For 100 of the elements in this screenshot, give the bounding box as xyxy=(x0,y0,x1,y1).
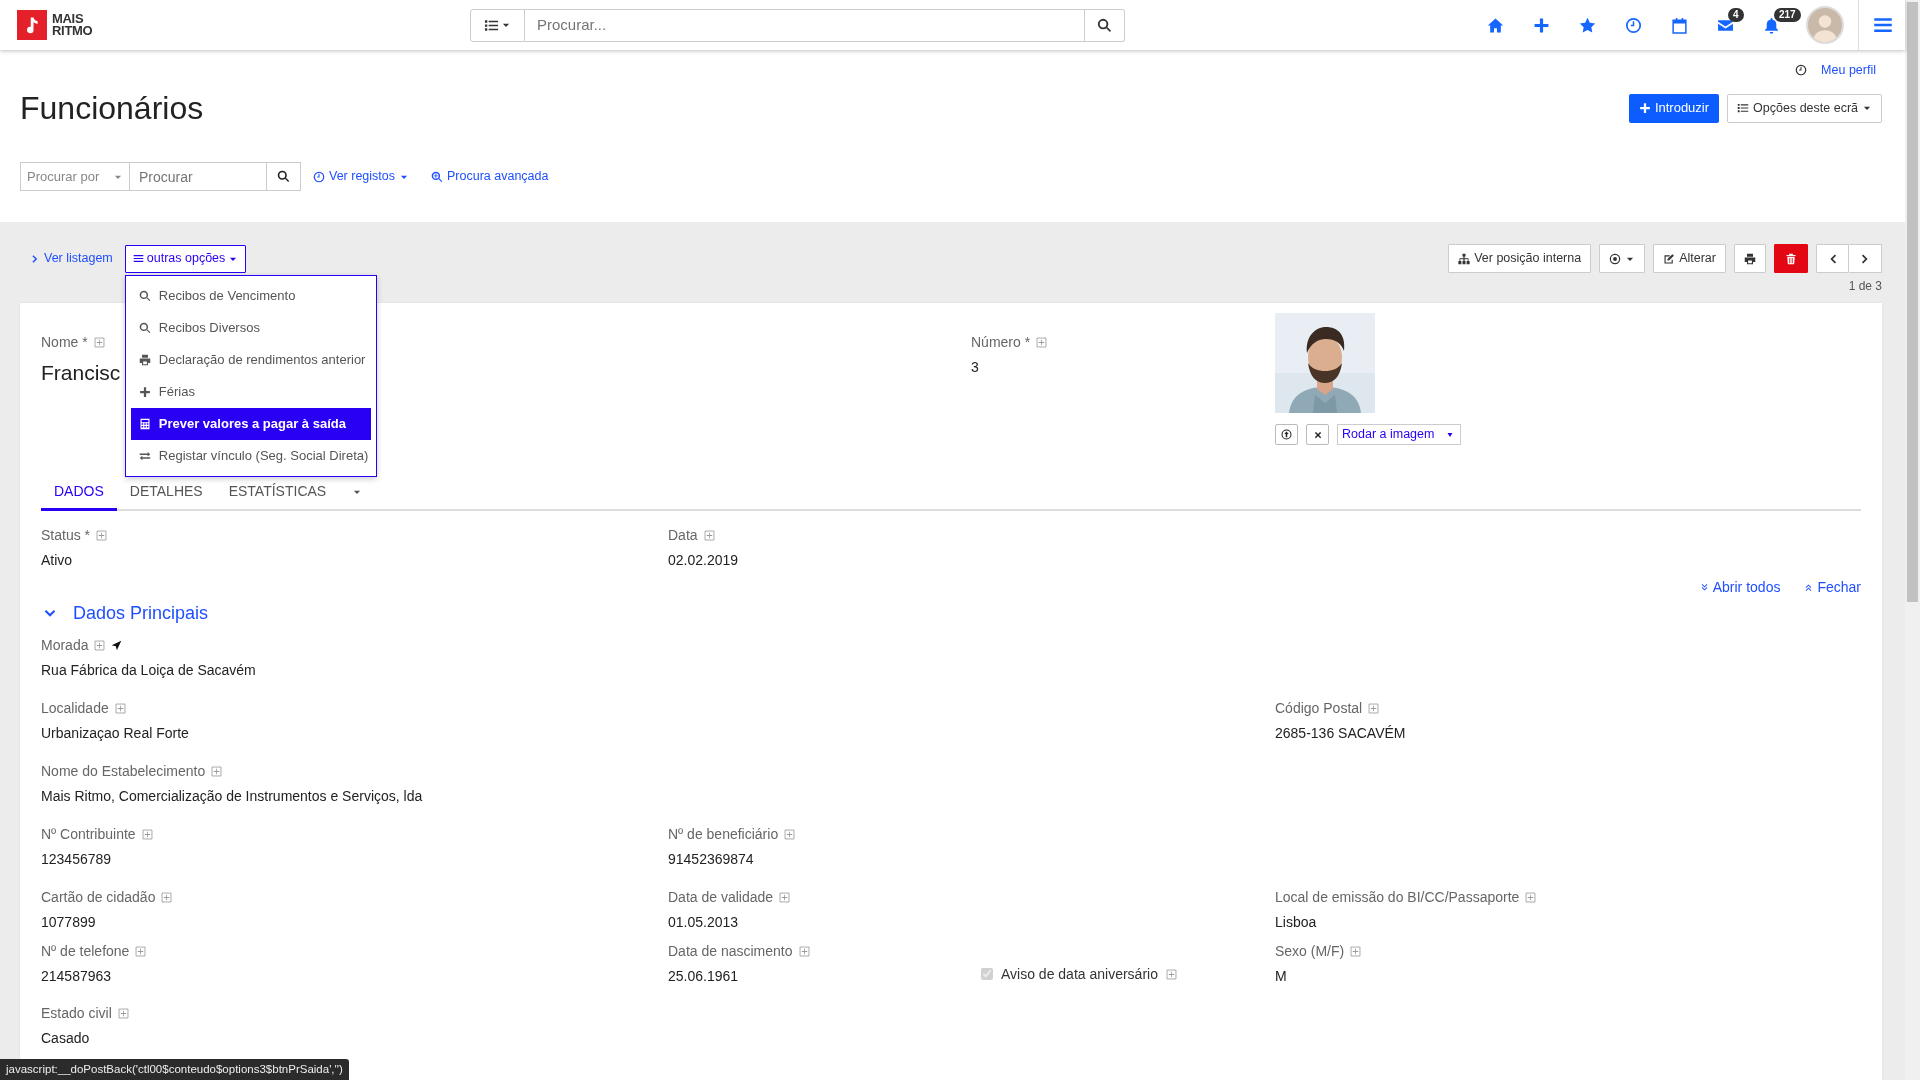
clock-icon[interactable] xyxy=(1624,16,1642,34)
printer-icon xyxy=(1744,252,1756,265)
star-icon[interactable] xyxy=(1578,16,1596,34)
plus-icon xyxy=(1638,102,1651,114)
field-label: Nome * xyxy=(41,333,88,352)
tab[interactable]: DETALHES xyxy=(116,481,216,511)
clock-icon xyxy=(1795,64,1808,76)
field-value: 2685-136 SACAVÉM xyxy=(1275,724,1406,743)
field-label: Código Postal xyxy=(1275,699,1363,718)
plus-square-icon[interactable] xyxy=(141,829,153,840)
plus-square-icon[interactable] xyxy=(784,829,796,840)
scroll-bar[interactable] xyxy=(1905,0,1920,1080)
field-label: Nome do Estabelecimento xyxy=(41,762,206,781)
internal-position-button[interactable]: Ver posição interna xyxy=(1448,244,1592,273)
delete-button[interactable] xyxy=(1774,244,1808,273)
screen-options-button[interactable]: Opções deste ecrã xyxy=(1727,93,1882,123)
field-label: Status * xyxy=(41,526,91,545)
collapse-all-link[interactable]: Fechar xyxy=(1804,577,1861,598)
menu-item[interactable]: Férias xyxy=(130,375,371,408)
plus-square-icon[interactable] xyxy=(1368,703,1380,714)
plus-square-icon[interactable] xyxy=(93,337,105,348)
printer-icon xyxy=(138,353,151,366)
plus-square-icon[interactable] xyxy=(1165,968,1177,980)
menu-item[interactable]: Recibos Diversos xyxy=(130,311,371,344)
caret-icon xyxy=(1446,430,1454,439)
search-by-select[interactable]: Procurar por xyxy=(20,162,130,191)
field-label: Estado civil xyxy=(41,1004,112,1023)
plus-square-icon[interactable] xyxy=(117,1008,129,1019)
field-label: Número * xyxy=(971,333,1031,352)
search-field[interactable]: Procurar... xyxy=(525,8,1085,42)
edit-button[interactable]: Alterar xyxy=(1653,244,1726,273)
field-label: Sexo (M/F) xyxy=(1275,942,1345,961)
calendar-icon[interactable] xyxy=(1670,16,1688,34)
menu-item[interactable]: Registar vínculo (Seg. Social Direta) xyxy=(130,439,371,472)
plus-square-icon[interactable] xyxy=(135,946,147,957)
search-button[interactable] xyxy=(267,162,301,191)
list-icon xyxy=(484,17,499,33)
tab[interactable]: DADOS xyxy=(41,481,117,511)
previous-button[interactable] xyxy=(1816,244,1849,273)
search-icon xyxy=(277,170,290,183)
zoom-icon xyxy=(431,170,443,183)
field-value: 02.02.2019 xyxy=(668,551,739,570)
plus-square-icon[interactable] xyxy=(211,766,223,777)
field-value: 123456789 xyxy=(41,850,112,869)
plus-square-icon[interactable] xyxy=(94,640,106,651)
records-link[interactable]: Ver registos xyxy=(313,167,409,186)
name-value: Francisc xyxy=(41,360,121,386)
plus-square-icon[interactable] xyxy=(96,530,108,541)
menu-icon xyxy=(1873,15,1893,35)
double-chevron-icon xyxy=(1699,583,1709,592)
navigation-arrow-icon[interactable] xyxy=(111,640,123,651)
plus-square-icon[interactable] xyxy=(161,892,173,903)
status-bar-url: javascript:__doPostBack('ctl00$conteudo$options3$btnPrSaida','') xyxy=(0,1058,349,1080)
hierarchy-icon xyxy=(1458,252,1471,265)
plus-square-icon[interactable] xyxy=(1350,946,1362,957)
field-value: Lisboa xyxy=(1275,913,1317,932)
edit-icon xyxy=(1663,252,1676,265)
plus-square-icon[interactable] xyxy=(114,703,126,714)
avatar[interactable] xyxy=(1806,6,1844,44)
field-label: Nº Contribuinte xyxy=(41,825,136,844)
search-field[interactable]: Procurar xyxy=(130,162,267,191)
plus-square-icon[interactable] xyxy=(1525,892,1537,903)
upload-button[interactable] xyxy=(1275,424,1298,445)
menu-item[interactable]: Declaração de rendimentos anterior xyxy=(130,343,371,376)
add-button[interactable]: Introduzir xyxy=(1628,93,1720,123)
next-button[interactable] xyxy=(1849,244,1882,273)
plus-square-icon[interactable] xyxy=(703,530,715,541)
expand-all-link[interactable]: Abrir todos xyxy=(1699,577,1781,598)
menu-item[interactable]: Recibos de Vencimento xyxy=(130,279,371,312)
plus-square-icon[interactable] xyxy=(1036,337,1048,348)
menu-icon xyxy=(132,253,144,264)
section-title[interactable]: Dados Principais xyxy=(73,600,209,627)
rotate-select[interactable]: Rodar a imagem xyxy=(1337,424,1461,445)
tab[interactable]: ESTATÍSTICAS xyxy=(215,481,340,511)
plus-icon[interactable] xyxy=(1532,16,1550,34)
options-menu-button[interactable]: outras opções xyxy=(124,244,247,273)
field-value: 91452369874 xyxy=(668,850,754,869)
profile-link[interactable]: Meu perfil xyxy=(1821,60,1876,80)
search-type-button[interactable] xyxy=(470,8,525,42)
address-value: Rua Fábrica da Loiça de Sacavém xyxy=(41,661,256,680)
close-icon xyxy=(1312,429,1323,440)
print-button[interactable] xyxy=(1734,244,1766,273)
menu-item[interactable]: Prever valores a pagar à saída xyxy=(130,407,371,440)
search-button[interactable] xyxy=(1085,8,1125,42)
remove-button[interactable] xyxy=(1306,424,1329,445)
list-icon xyxy=(1737,102,1750,114)
back-link[interactable]: Ver listagem xyxy=(30,249,113,268)
field-value: 25.06.1961 xyxy=(668,967,739,986)
field-value: Urbanizaçao Real Forte xyxy=(41,724,189,743)
upload-icon xyxy=(1281,429,1292,440)
calculator-icon xyxy=(138,417,151,430)
bell-icon[interactable] xyxy=(1762,16,1780,34)
home-icon[interactable] xyxy=(1486,16,1504,34)
plus-square-icon[interactable] xyxy=(779,892,791,903)
logo-text: MAIS RITMO xyxy=(52,13,93,37)
plus-square-icon[interactable] xyxy=(798,946,810,957)
advanced-search-link[interactable]: Procura avançada xyxy=(431,167,549,186)
search-icon xyxy=(1097,17,1112,33)
target-dropdown-button[interactable] xyxy=(1599,244,1646,273)
phone-link[interactable]: 214587963 xyxy=(41,966,112,987)
